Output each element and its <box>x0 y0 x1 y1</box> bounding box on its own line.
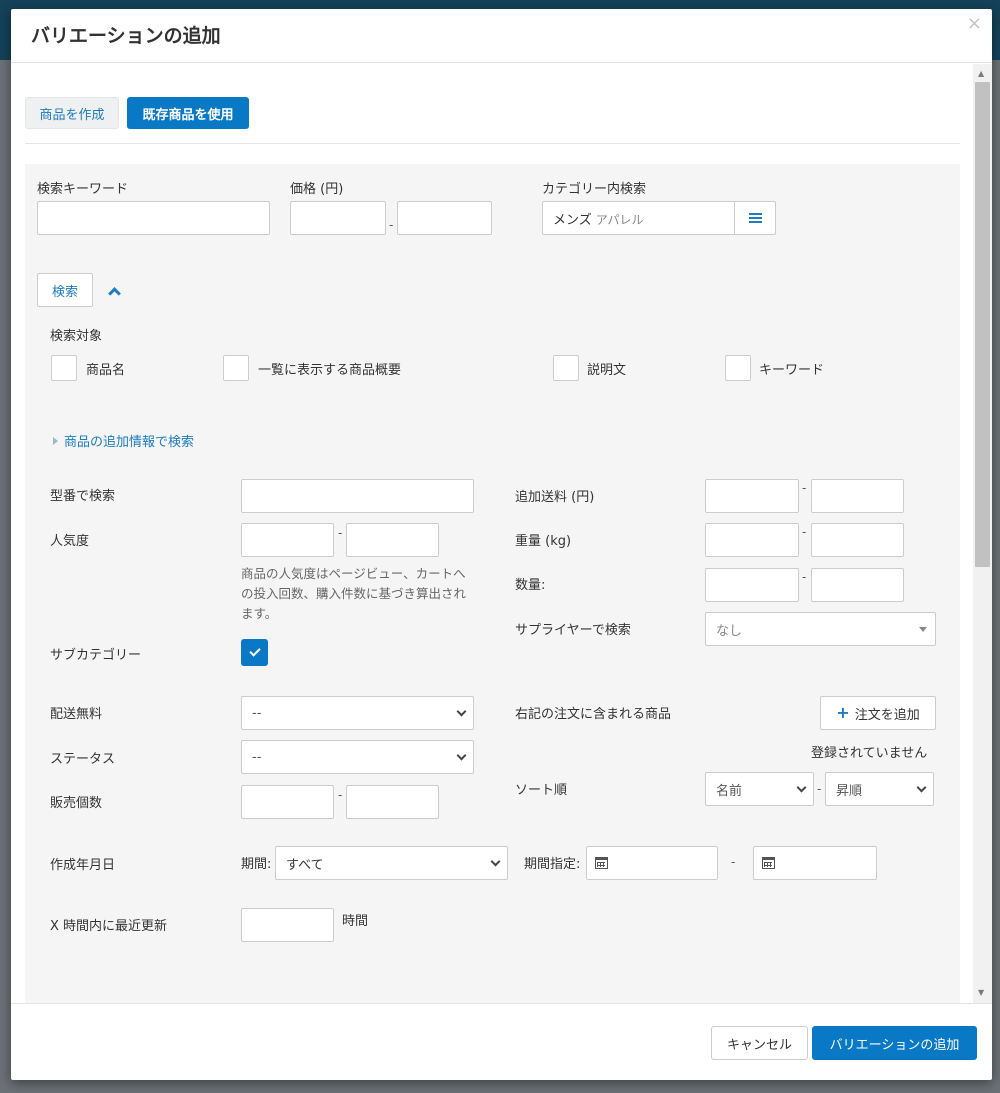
shipping-dash: - <box>802 481 807 495</box>
scrollbar[interactable]: ▲ ▼ <box>973 64 992 1003</box>
checkbox-description[interactable] <box>553 355 579 381</box>
period-select[interactable]: すべて <box>275 846 508 880</box>
category-picker[interactable]: メンズ アパレル <box>542 201 776 235</box>
price-to-input[interactable] <box>397 201 492 235</box>
status-select[interactable]: -- <box>241 740 474 774</box>
keyword-label: 検索キーワード <box>37 182 129 197</box>
cancel-button[interactable]: キャンセル <box>711 1026 808 1060</box>
checkbox-description-label: 説明文 <box>587 363 627 378</box>
calendar-icon <box>762 857 775 869</box>
sales-count-label: 販売個数 <box>50 796 103 811</box>
sort-dash: - <box>817 782 822 796</box>
menu-icon[interactable] <box>734 202 775 234</box>
category-label: カテゴリー内検索 <box>542 182 647 197</box>
tab-use-existing-product[interactable]: 既存商品を使用 <box>127 97 249 129</box>
additional-info-toggle[interactable]: 商品の追加情報で検索 <box>53 431 194 450</box>
modal-body: 商品を作成 既存商品を使用 検索キーワード 価格 (円) - カテゴリー内検索 … <box>11 64 992 1003</box>
weight-to-input[interactable] <box>811 523 904 557</box>
sales-dash: - <box>338 788 343 802</box>
date-from-input[interactable] <box>586 846 718 880</box>
not-registered-text: 登録されていません <box>811 746 928 761</box>
period-label: 期間: <box>241 857 272 872</box>
checkbox-summary[interactable] <box>223 355 249 381</box>
chevron-down-icon <box>456 750 467 760</box>
subcategory-label: サブカテゴリー <box>50 648 142 663</box>
shipping-to-input[interactable] <box>811 479 904 513</box>
supplier-label: サプライヤーで検索 <box>515 623 631 638</box>
checkbox-summary-label: 一覧に表示する商品概要 <box>258 363 402 378</box>
modal-header: バリエーションの追加 × <box>11 9 992 63</box>
divider <box>25 143 960 144</box>
sort-by-select[interactable]: 名前 <box>705 772 814 806</box>
scroll-down-icon[interactable]: ▼ <box>978 989 984 997</box>
model-input[interactable] <box>241 479 474 513</box>
supplier-select[interactable]: なし <box>705 612 936 646</box>
quantity-from-input[interactable] <box>705 568 799 602</box>
hours-input[interactable] <box>241 908 334 942</box>
recently-updated-label: X 時間内に最近更新 <box>50 919 168 934</box>
sales-to-input[interactable] <box>346 785 439 819</box>
modal-title: バリエーションの追加 <box>31 25 221 47</box>
close-icon[interactable]: × <box>967 15 982 33</box>
price-dash: - <box>389 218 394 232</box>
category-value: メンズ アパレル <box>553 212 644 228</box>
created-date-label: 作成年月日 <box>50 858 116 873</box>
search-panel: 検索キーワード 価格 (円) - カテゴリー内検索 メンズ アパレル 検索 検索対… <box>25 164 960 1003</box>
checkbox-keyword-label: キーワード <box>759 363 825 378</box>
calendar-icon <box>595 857 608 869</box>
date-to-input[interactable] <box>753 846 877 880</box>
period-spec-label: 期間指定: <box>524 857 581 872</box>
tab-create-product[interactable]: 商品を作成 <box>25 97 119 129</box>
caret-right-icon <box>53 436 58 445</box>
popularity-hint: 商品の人気度はページビュー、カートへの投入回数、購入件数に基づき算出されます。 <box>241 566 467 621</box>
free-shipping-label: 配送無料 <box>50 707 103 722</box>
orders-label: 右記の注文に含まれる商品 <box>515 707 672 722</box>
sort-order-select[interactable]: 昇順 <box>825 772 934 806</box>
sort-label: ソート順 <box>515 783 568 798</box>
date-dash: - <box>731 855 736 869</box>
extra-shipping-label: 追加送料 (円) <box>515 490 595 505</box>
price-label: 価格 (円) <box>290 182 344 197</box>
popularity-dash: - <box>338 526 343 540</box>
caret-down-icon <box>919 626 927 632</box>
scroll-thumb[interactable] <box>975 82 990 567</box>
add-order-button[interactable]: + 注文を追加 <box>820 696 936 730</box>
popularity-to-input[interactable] <box>346 523 439 557</box>
chevron-down-icon <box>796 782 807 792</box>
price-from-input[interactable] <box>290 201 386 235</box>
status-label: ステータス <box>50 752 116 767</box>
weight-label: 重量 (kg) <box>515 534 572 549</box>
chevron-down-icon <box>490 856 501 866</box>
popularity-from-input[interactable] <box>241 523 334 557</box>
quantity-label: 数量: <box>515 578 546 593</box>
search-button[interactable]: 検索 <box>37 273 93 307</box>
chevron-up-icon[interactable] <box>108 287 121 300</box>
subcategory-checkbox[interactable] <box>241 639 268 666</box>
quantity-to-input[interactable] <box>811 568 904 602</box>
checkbox-product-name[interactable] <box>51 355 77 381</box>
checkbox-product-name-label: 商品名 <box>86 363 126 378</box>
quantity-dash: - <box>802 570 807 584</box>
plus-icon: + <box>836 703 850 722</box>
free-shipping-select[interactable]: -- <box>241 696 474 730</box>
scroll-up-icon[interactable]: ▲ <box>978 70 984 78</box>
chevron-down-icon <box>456 706 467 716</box>
chevron-down-icon <box>916 782 927 792</box>
modal-footer: キャンセル バリエーションの追加 <box>11 1003 992 1080</box>
sales-from-input[interactable] <box>241 785 334 819</box>
search-targets-label: 検索対象 <box>50 329 103 344</box>
keyword-input[interactable] <box>37 201 270 235</box>
weight-from-input[interactable] <box>705 523 799 557</box>
weight-dash: - <box>802 525 807 539</box>
checkbox-keyword[interactable] <box>725 355 751 381</box>
add-variation-button[interactable]: バリエーションの追加 <box>812 1026 977 1060</box>
hours-unit: 時間 <box>342 914 369 929</box>
add-variation-modal: バリエーションの追加 × 商品を作成 既存商品を使用 検索キーワード 価格 (円… <box>11 9 992 1080</box>
popularity-label: 人気度 <box>50 534 90 549</box>
model-label: 型番で検索 <box>50 489 116 504</box>
check-icon <box>248 645 261 657</box>
shipping-from-input[interactable] <box>705 479 799 513</box>
